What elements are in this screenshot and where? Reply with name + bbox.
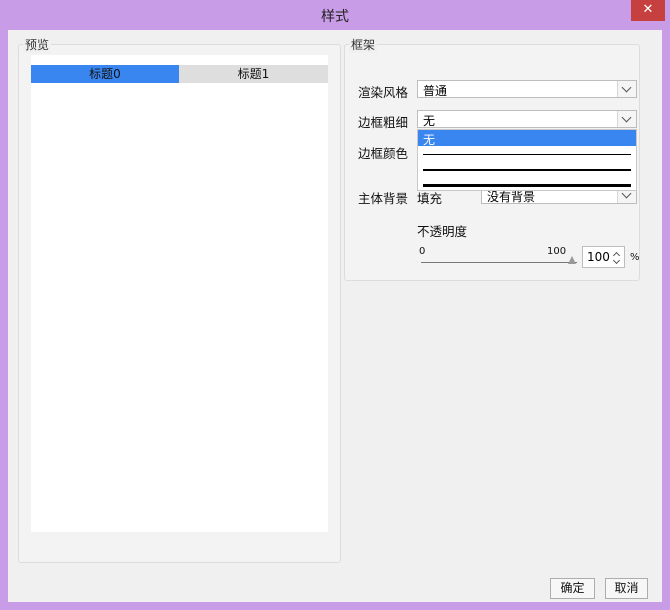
slider-max-label: 100 [547,246,567,257]
border-width-dropdown: 无 [417,129,637,191]
dialog-body: 预览 标题0 标题1 框架 渲染风格 普通 边框粗细 无 边框颜色 主体背景 填… [8,30,662,602]
close-button[interactable]: ✕ [631,0,665,21]
border-option-thin[interactable] [423,154,631,155]
spin-buttons[interactable] [610,247,624,267]
opacity-spinbox[interactable]: 100 [582,246,625,268]
chevron-down-icon[interactable] [617,111,636,127]
border-color-label: 边框颜色 [358,146,409,161]
opacity-value: 100 [587,250,610,264]
slider-min-label: 0 [419,246,426,257]
render-style-label: 渲染风格 [358,85,409,100]
opacity-slider[interactable] [421,262,577,263]
preview-group-label: 预览 [23,36,52,53]
chevron-down-icon[interactable] [612,256,621,265]
cancel-button[interactable]: 取消 [605,578,648,599]
opacity-label: 不透明度 [417,224,468,239]
border-width-value: 无 [423,114,436,128]
preview-tab-1[interactable]: 标题1 [179,65,328,83]
border-width-select[interactable]: 无 [417,110,637,128]
border-option-none[interactable]: 无 [418,130,636,147]
opacity-unit: % [630,252,640,263]
preview-canvas: 标题0 标题1 [31,55,328,532]
border-option-medium[interactable] [423,169,631,171]
border-width-label: 边框粗细 [358,115,409,130]
frame-group-label: 框架 [349,36,378,53]
opacity-slider-thumb[interactable] [568,256,576,264]
body-bg-label: 主体背景 [358,191,409,206]
ok-button[interactable]: 确定 [550,578,595,599]
close-icon: ✕ [642,2,654,17]
render-style-select[interactable]: 普通 [417,80,637,98]
preview-group: 预览 标题0 标题1 [18,36,341,563]
border-option-thick[interactable] [423,184,631,187]
title-bar: 样式 ✕ [0,0,670,30]
preview-tab-0[interactable]: 标题0 [31,65,179,83]
chevron-down-icon[interactable] [617,81,636,97]
window-title: 样式 [321,9,349,25]
render-style-value: 普通 [423,84,448,98]
